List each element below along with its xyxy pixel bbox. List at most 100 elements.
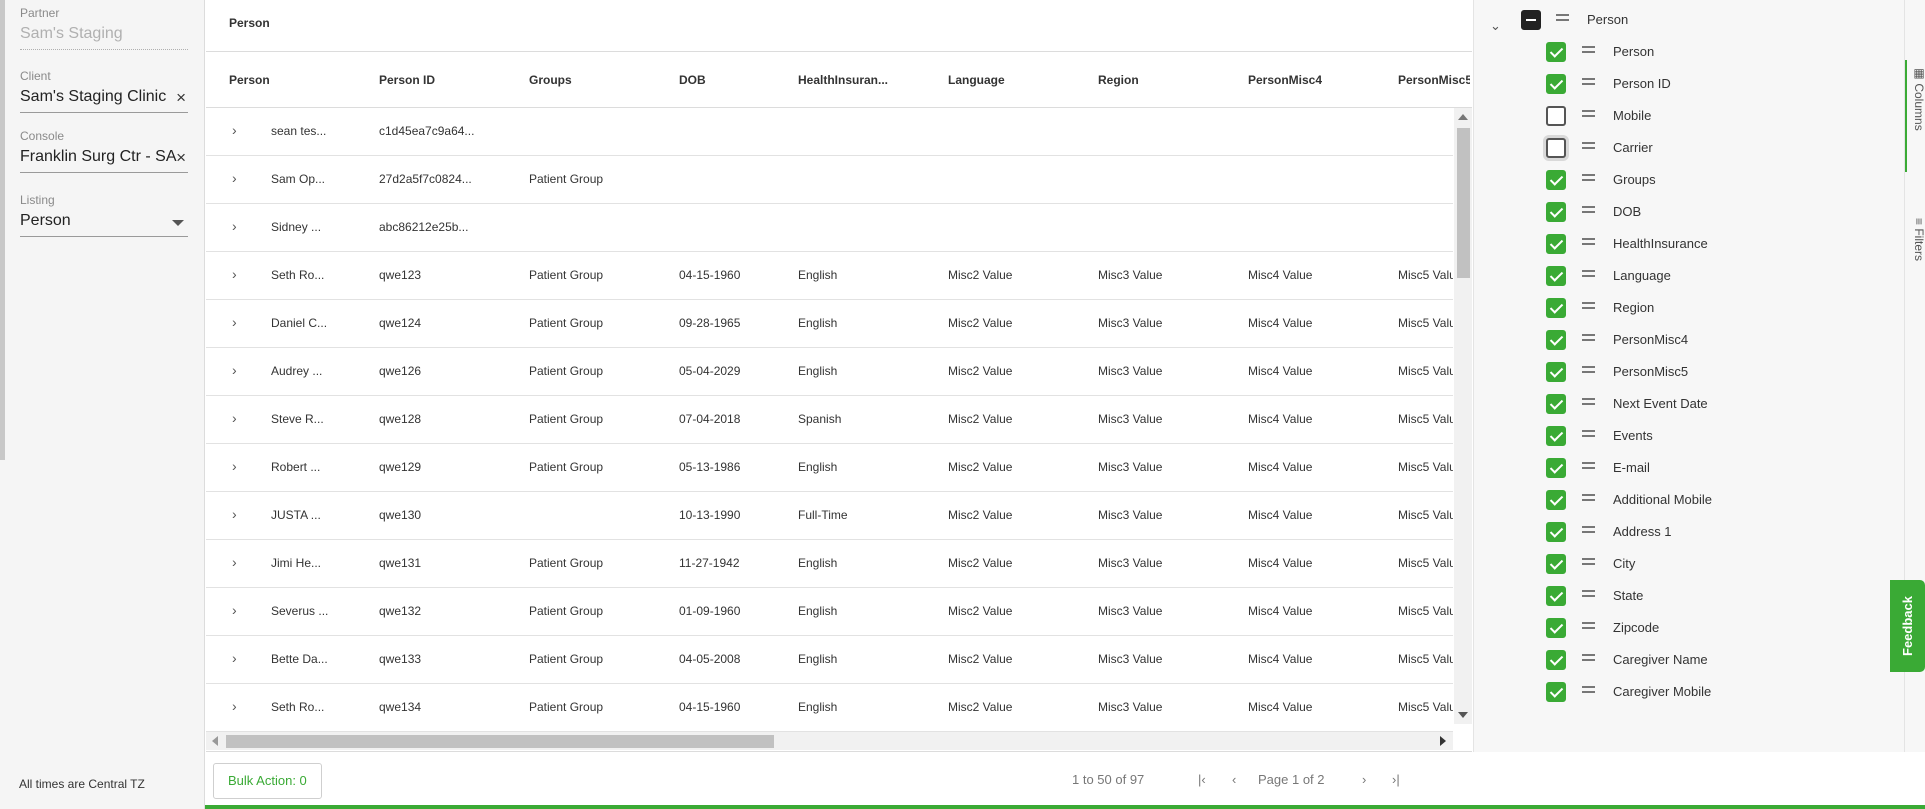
expand-row-icon[interactable]: ›	[232, 314, 237, 330]
expand-row-icon[interactable]: ›	[232, 170, 237, 186]
column-header[interactable]: Person ID	[379, 73, 435, 87]
table-row[interactable]: › Sidney ... abc86212e25b...	[206, 204, 1453, 252]
drag-handle-icon[interactable]	[1582, 110, 1595, 117]
column-checkbox[interactable]	[1546, 586, 1566, 606]
scroll-down-icon[interactable]	[1458, 712, 1468, 718]
column-toggle-item[interactable]: HealthInsurance	[1474, 232, 1894, 258]
feedback-button[interactable]: Feedback	[1890, 580, 1925, 672]
drag-handle-icon[interactable]	[1582, 622, 1595, 629]
vertical-scrollbar[interactable]	[1454, 108, 1472, 724]
expand-row-icon[interactable]: ›	[232, 266, 237, 282]
drag-handle-icon[interactable]	[1582, 654, 1595, 661]
column-checkbox[interactable]	[1546, 170, 1566, 190]
console-select[interactable]: Franklin Surg Ctr - SA ×	[20, 148, 188, 173]
table-row[interactable]: › Bette Da... qwe133 Patient Group 04-05-200…	[206, 636, 1453, 684]
last-page-icon[interactable]: ›|	[1392, 772, 1400, 787]
column-toggle-item[interactable]: State	[1474, 584, 1894, 610]
column-checkbox[interactable]	[1546, 618, 1566, 638]
column-checkbox[interactable]	[1546, 362, 1566, 382]
column-checkbox[interactable]	[1546, 650, 1566, 670]
table-row[interactable]: › Robert ... qwe129 Patient Group 05-13-1986…	[206, 444, 1453, 492]
column-header[interactable]: Groups	[529, 73, 572, 87]
next-page-icon[interactable]: ›	[1362, 772, 1366, 787]
table-row[interactable]: › Seth Ro... qwe123 Patient Group 04-15-1960…	[206, 252, 1453, 300]
horizontal-scroll-thumb[interactable]	[226, 735, 774, 748]
expand-row-icon[interactable]: ›	[232, 122, 237, 138]
table-row[interactable]: › Sam Op... 27d2a5f7c0824... Patient Group	[206, 156, 1453, 204]
table-row[interactable]: › Seth Ro... qwe134 Patient Group 04-15-1960…	[206, 684, 1453, 732]
column-toggle-item[interactable]: Next Event Date	[1474, 392, 1894, 418]
column-toggle-item[interactable]: Address 1	[1474, 520, 1894, 546]
drag-handle-icon[interactable]	[1582, 46, 1595, 53]
column-checkbox[interactable]	[1546, 234, 1566, 254]
expand-row-icon[interactable]: ›	[232, 410, 237, 426]
column-checkbox[interactable]	[1546, 330, 1566, 350]
scroll-right-icon[interactable]	[1440, 736, 1446, 746]
tab-filters[interactable]: ≡ Filters	[1905, 218, 1925, 261]
column-toggle-item[interactable]: Carrier	[1474, 136, 1894, 162]
column-checkbox[interactable]	[1546, 202, 1566, 222]
expand-row-icon[interactable]: ›	[232, 218, 237, 234]
listing-select[interactable]: Person	[20, 212, 188, 237]
scroll-left-icon[interactable]	[212, 736, 218, 746]
client-select[interactable]: Sam's Staging Clinic ×	[20, 88, 188, 113]
column-toggle-item[interactable]: Region	[1474, 296, 1894, 322]
chevron-down-icon[interactable]	[172, 220, 184, 226]
drag-handle-icon[interactable]	[1582, 142, 1595, 149]
column-checkbox[interactable]	[1546, 74, 1566, 94]
drag-handle-icon[interactable]	[1582, 398, 1595, 405]
prev-page-icon[interactable]: ‹	[1232, 772, 1236, 787]
collapse-chevron-icon[interactable]: ⌄	[1490, 18, 1501, 34]
client-clear-icon[interactable]: ×	[176, 88, 186, 108]
drag-handle-icon[interactable]	[1582, 174, 1595, 181]
console-clear-icon[interactable]: ×	[176, 148, 186, 168]
column-toggle-item[interactable]: Groups	[1474, 168, 1894, 194]
column-toggle-item[interactable]: Caregiver Name	[1474, 648, 1894, 674]
column-checkbox[interactable]	[1546, 298, 1566, 318]
column-toggle-item[interactable]: Language	[1474, 264, 1894, 290]
expand-row-icon[interactable]: ›	[232, 602, 237, 618]
drag-handle-icon[interactable]	[1582, 206, 1595, 213]
column-checkbox[interactable]	[1546, 554, 1566, 574]
table-row[interactable]: › JUSTA ... qwe130 10-13-1990 Full-Time Misc2…	[206, 492, 1453, 540]
column-header[interactable]: Language	[948, 73, 1005, 87]
drag-handle-icon[interactable]	[1582, 78, 1595, 85]
expand-row-icon[interactable]: ›	[232, 506, 237, 522]
first-page-icon[interactable]: |‹	[1198, 772, 1206, 787]
scroll-up-icon[interactable]	[1458, 114, 1468, 120]
drag-handle-icon[interactable]	[1582, 430, 1595, 437]
expand-row-icon[interactable]: ›	[232, 458, 237, 474]
column-toggle-item[interactable]: PersonMisc5	[1474, 360, 1894, 386]
drag-handle-icon[interactable]	[1582, 270, 1595, 277]
column-toggle-item[interactable]: E-mail	[1474, 456, 1894, 482]
expand-row-icon[interactable]: ›	[232, 650, 237, 666]
column-toggle-item[interactable]: City	[1474, 552, 1894, 578]
column-toggle-item[interactable]: Zipcode	[1474, 616, 1894, 642]
column-header[interactable]: Region	[1098, 73, 1139, 87]
column-checkbox[interactable]	[1546, 426, 1566, 446]
column-toggle-item[interactable]: Additional Mobile	[1474, 488, 1894, 514]
column-toggle-item[interactable]: Mobile	[1474, 104, 1894, 130]
expand-row-icon[interactable]: ›	[232, 698, 237, 714]
column-checkbox[interactable]	[1546, 42, 1566, 62]
column-checkbox[interactable]	[1546, 266, 1566, 286]
vertical-scroll-thumb[interactable]	[1457, 128, 1470, 278]
column-toggle-item[interactable]: Person	[1474, 40, 1894, 66]
group-checkbox[interactable]	[1521, 10, 1541, 30]
column-checkbox[interactable]	[1546, 458, 1566, 478]
drag-handle-icon[interactable]	[1582, 558, 1595, 565]
drag-handle-icon[interactable]	[1582, 238, 1595, 245]
column-checkbox[interactable]	[1546, 106, 1566, 126]
drag-handle-icon[interactable]	[1582, 590, 1595, 597]
column-header[interactable]: HealthInsuran...	[798, 73, 888, 87]
table-row[interactable]: › Daniel C... qwe124 Patient Group 09-28-196…	[206, 300, 1453, 348]
column-checkbox[interactable]	[1546, 138, 1566, 158]
drag-handle-icon[interactable]	[1582, 334, 1595, 341]
column-group-person[interactable]: ⌄ Person	[1474, 8, 1894, 34]
column-checkbox[interactable]	[1546, 394, 1566, 414]
drag-handle-icon[interactable]	[1582, 494, 1595, 501]
column-toggle-item[interactable]: Events	[1474, 424, 1894, 450]
drag-handle-icon[interactable]	[1556, 14, 1569, 21]
table-row[interactable]: › Audrey ... qwe126 Patient Group 05-04-2029…	[206, 348, 1453, 396]
column-header[interactable]: Person	[229, 73, 270, 87]
